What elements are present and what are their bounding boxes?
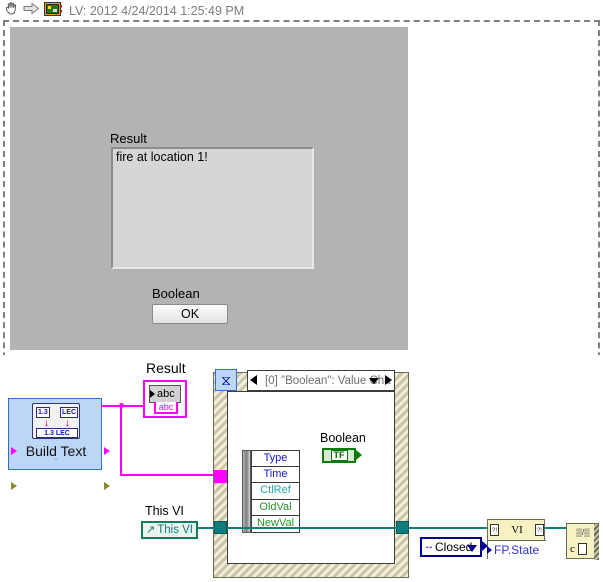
build-text-input-terminal-1[interactable]	[11, 447, 17, 455]
event-data-node[interactable]: Type Time CtlRef OldVal NewVal	[242, 450, 300, 533]
result-terminal[interactable]: abc	[149, 385, 181, 403]
property-node-label: FP.State	[494, 543, 540, 557]
build-text-icon: 1.3 LEC ↓ ↓ 1.3 LEC	[32, 403, 80, 439]
next-case-arrow-icon[interactable]	[385, 375, 392, 385]
event-data-row-ctlref[interactable]: CtlRef	[251, 483, 300, 500]
result-string-indicator[interactable]: fire at location 1!	[111, 147, 314, 269]
page-icon	[577, 543, 587, 555]
boolean-terminal-label: Boolean	[320, 431, 366, 445]
hand-cursor-icon	[4, 1, 19, 21]
build-text-title: Build Text	[25, 443, 87, 459]
event-data-row-oldval[interactable]: OldVal	[251, 499, 300, 517]
boolean-terminal-arrow-icon	[356, 450, 362, 460]
boolean-terminal-value: TF	[330, 450, 348, 461]
this-vi-terminal-text: This VI	[157, 524, 194, 536]
event-structure-refnum-tunnel-right[interactable]	[396, 521, 409, 534]
left-right-arrows-icon: ↔	[424, 541, 434, 552]
error-handler-node[interactable]: ▒/▒ c	[566, 523, 599, 560]
event-data-node-handle[interactable]	[242, 450, 251, 533]
event-structure-case-area: Boolean TF Type Time CtlRef OldVal NewVa…	[227, 391, 395, 564]
wire-string-segment-v1[interactable]	[120, 406, 122, 476]
result-terminal-text: abc	[157, 388, 175, 400]
build-text-icon-bottom-right: LEC	[55, 429, 70, 437]
event-timeout-terminal[interactable]: ⧖	[215, 369, 237, 391]
build-text-icon-bottom: 1.3 LEC	[36, 428, 78, 438]
titlebar: LV: 2012 4/24/2014 1:25:49 PM	[0, 0, 603, 22]
event-case-selector[interactable]: [0] "Boolean": Value Cha	[247, 370, 395, 391]
build-text-down-arrows-icon: ↓ ↓	[43, 417, 71, 429]
enum-constant-closed[interactable]: ↔ Closed	[420, 537, 482, 557]
build-text-icon-bottom-left: 1.3	[44, 429, 54, 437]
event-structure[interactable]: Boolean TF Type Time CtlRef OldVal NewVa…	[213, 369, 409, 578]
chevron-down-icon[interactable]	[369, 378, 379, 384]
build-text-output-terminal-2[interactable]	[104, 482, 110, 490]
chevron-down-icon[interactable]: ˇ	[9, 459, 103, 469]
event-data-row-time[interactable]: Time	[251, 466, 300, 484]
screenshot-root: LV: 2012 4/24/2014 1:25:49 PM Result fir…	[0, 0, 603, 582]
right-arrow-icon	[23, 2, 40, 20]
this-vi-label: This VI	[145, 504, 184, 518]
node-hatch-edge	[594, 524, 599, 560]
result-terminal-tag: abc	[154, 402, 178, 414]
wire-string-segment-h2[interactable]	[120, 474, 220, 476]
this-vi-terminal[interactable]: ↗ This VI	[141, 521, 198, 539]
build-text-output-terminal-1[interactable]	[104, 447, 110, 455]
window-title: LV: 2012 4/24/2014 1:25:49 PM	[69, 4, 245, 18]
labview-vi-icon	[44, 1, 62, 22]
prev-case-arrow-icon[interactable]	[250, 375, 257, 385]
property-node-property-row[interactable]: FP.State	[487, 540, 546, 559]
event-data-row-newval[interactable]: NewVal	[251, 516, 300, 533]
property-node-fp-state[interactable]: ?! VI ?! FP.State	[487, 519, 546, 559]
terminal-input-arrow-icon	[150, 390, 155, 398]
wire-refnum-segment-mid[interactable]	[227, 527, 397, 529]
front-panel-result-label: Result	[110, 131, 147, 146]
event-data-node-rows: Type Time CtlRef OldVal NewVal	[251, 450, 300, 533]
event-structure-string-tunnel[interactable]	[214, 470, 227, 483]
build-text-node[interactable]: 1.3 LEC ↓ ↓ 1.3 LEC Build Text ˇ	[8, 398, 110, 490]
ok-button[interactable]: OK	[152, 304, 228, 324]
result-terminal-label: Result	[146, 360, 186, 376]
boolean-terminal[interactable]: TF	[322, 448, 356, 463]
front-panel-boolean-label: Boolean	[152, 286, 200, 301]
event-structure-refnum-tunnel-left[interactable]	[214, 521, 227, 534]
property-node-vi-icon: VI	[511, 524, 523, 536]
event-data-row-type[interactable]: Type	[251, 450, 300, 467]
front-panel-snapshot: Result fire at location 1! Boolean OK	[10, 27, 408, 350]
result-string-value: fire at location 1!	[116, 150, 208, 164]
chevron-down-icon[interactable]	[467, 545, 477, 552]
hourglass-icon: ⧖	[221, 372, 231, 388]
wire-refnum-segment-left[interactable]	[198, 527, 215, 529]
page-icon-left: ?!	[490, 524, 499, 536]
build-text-input-terminal-2[interactable]	[11, 482, 17, 490]
vi-reference-icon: ↗	[146, 524, 156, 536]
property-input-arrow-icon	[487, 546, 492, 554]
property-node-icon-row: ?! VI ?!	[488, 520, 546, 540]
page-icon-right: ?!	[534, 524, 544, 536]
error-handler-c-glyph: c	[570, 543, 575, 555]
